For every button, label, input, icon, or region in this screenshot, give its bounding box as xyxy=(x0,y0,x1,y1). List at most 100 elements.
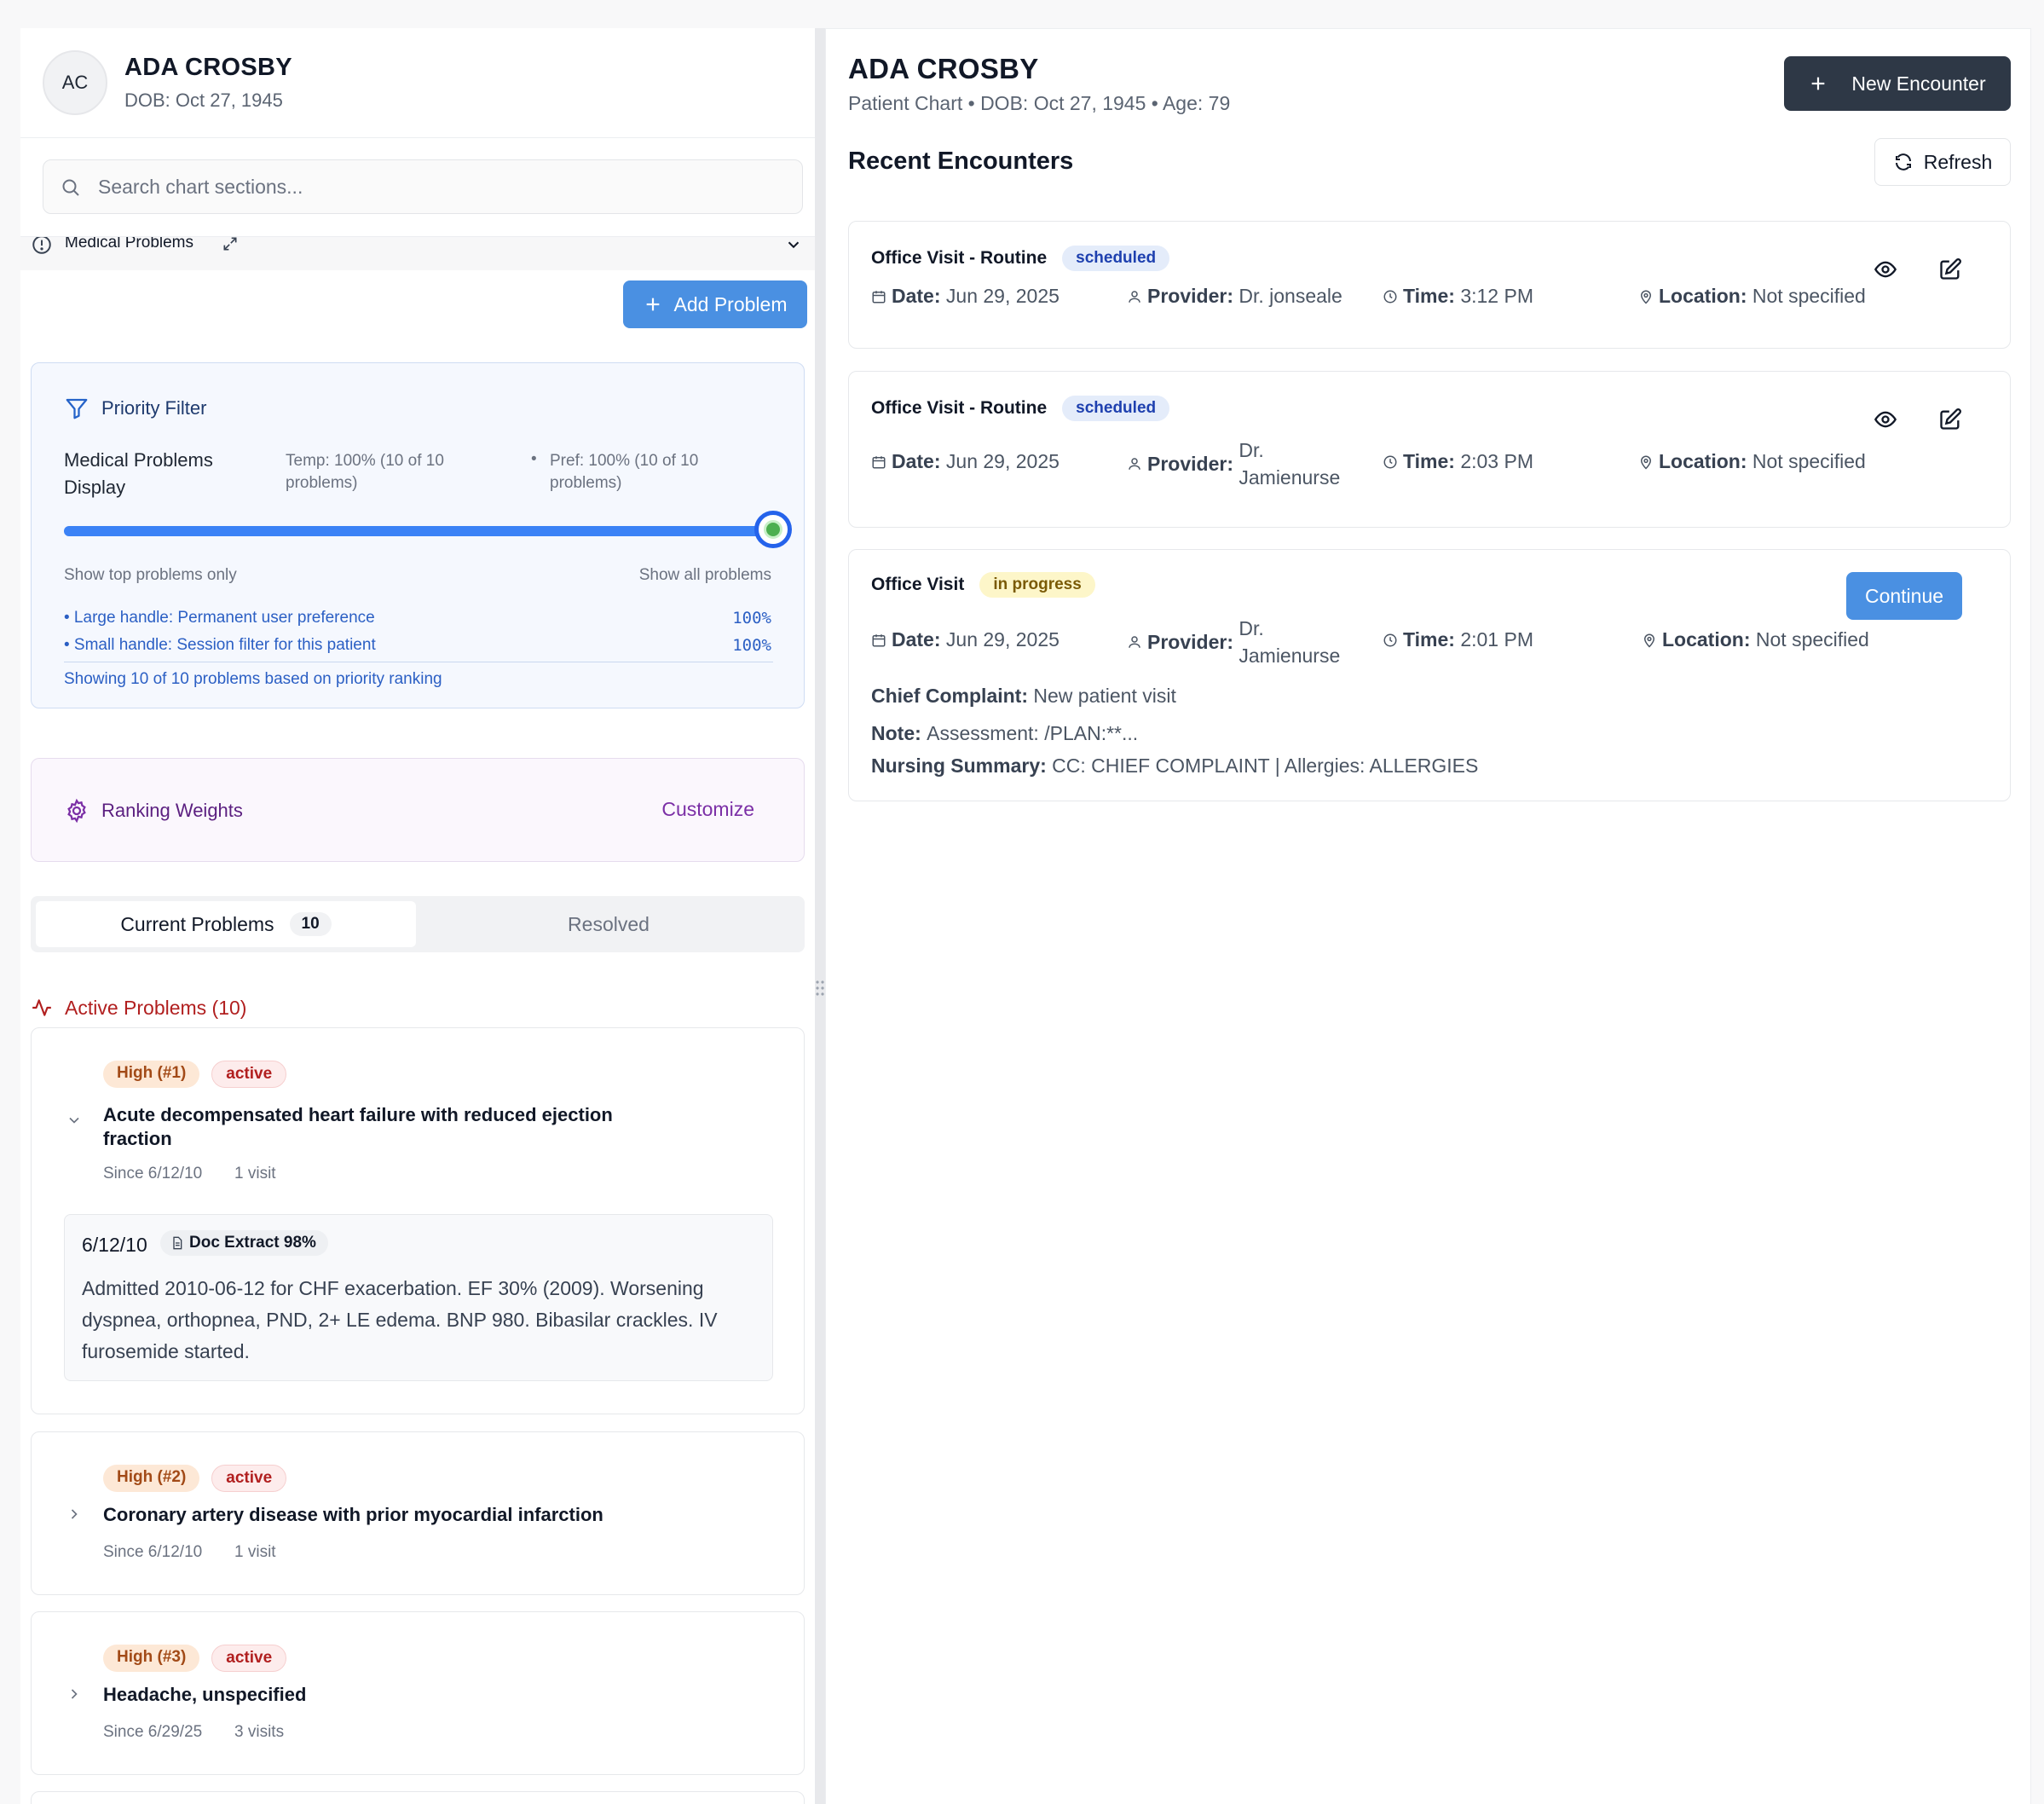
recent-encounters-title: Recent Encounters xyxy=(848,147,1074,175)
priority-badge: High (#2) xyxy=(103,1465,200,1492)
slider-small-handle[interactable] xyxy=(764,520,782,539)
drag-handle-icon[interactable] xyxy=(815,978,825,998)
alert-circle-icon xyxy=(31,237,53,256)
header-divider xyxy=(20,137,815,138)
nursing-summary: Nursing Summary: CC: CHIEF COMPLAINT | A… xyxy=(871,755,1478,778)
user-icon xyxy=(1127,634,1142,650)
slider-right-caption: Show all problems xyxy=(638,566,771,584)
source-badge: Doc Extract 98% xyxy=(160,1230,328,1256)
section-header-medical-problems[interactable]: Medical Problems xyxy=(20,236,815,270)
priority-badge: High (#3) xyxy=(103,1645,200,1672)
search-input[interactable]: Search chart sections... xyxy=(43,159,803,214)
encounter-card[interactable]: Office Visit - Routine scheduled Date: J… xyxy=(848,371,2011,528)
encounter-date: Date: Jun 29, 2025 xyxy=(871,285,1060,308)
problem-title: Coronary artery disease with prior myoca… xyxy=(103,1504,603,1525)
location-value: Not specified xyxy=(1752,450,1866,472)
tab-current-problems[interactable]: Current Problems 10 xyxy=(36,901,416,947)
pref-text: Pref: 100% (10 of 10 problems) xyxy=(550,452,699,492)
priority-badge: High (#1) xyxy=(103,1061,200,1088)
encounter-location: Location: Not specified xyxy=(1642,628,1869,651)
encounter-time: Time: 3:12 PM xyxy=(1383,285,1533,308)
encounter-time: Time: 2:01 PM xyxy=(1383,628,1533,651)
date-label: Date: xyxy=(892,450,941,472)
time-value: 2:03 PM xyxy=(1460,450,1533,472)
nursing-label: Nursing Summary: xyxy=(871,755,1047,777)
add-problem-button[interactable]: Add Problem xyxy=(623,280,807,328)
avatar: AC xyxy=(43,50,107,115)
detail-text: Admitted 2010-06-12 for CHF exacerbation… xyxy=(82,1277,718,1362)
tab-current-label: Current Problems xyxy=(120,912,274,935)
provider-value: Dr. jonseale xyxy=(1239,285,1342,307)
encounter-provider: Provider: Dr. Jamienurse xyxy=(1127,437,1341,491)
plus-icon xyxy=(644,295,662,314)
nursing-value: CC: CHIEF COMPLAINT | Allergies: ALLERGI… xyxy=(1052,755,1479,777)
calendar-icon xyxy=(871,633,886,648)
plus-icon xyxy=(1809,74,1827,93)
search-icon xyxy=(61,177,81,198)
eye-icon[interactable] xyxy=(1874,257,1897,281)
encounter-type: Office Visit - Routine xyxy=(871,398,1048,418)
refresh-button[interactable]: Refresh xyxy=(1874,138,2011,186)
small-handle-note: • Small handle: Session filter for this … xyxy=(64,636,376,654)
continue-button[interactable]: Continue xyxy=(1846,572,1962,620)
encounter-type: Office Visit - Routine xyxy=(871,248,1048,268)
chevron-right-icon[interactable] xyxy=(66,1506,83,1523)
section-title: Medical Problems xyxy=(65,236,193,252)
date-label: Date: xyxy=(892,628,941,650)
encounter-time: Time: 2:03 PM xyxy=(1383,450,1533,473)
large-handle-value: 100% xyxy=(732,609,771,627)
problem-card[interactable]: High (#1) active Acute decompensated hea… xyxy=(31,1027,805,1414)
bullet: • xyxy=(531,450,537,468)
status-badge: scheduled xyxy=(1062,396,1170,421)
encounter-card[interactable]: Office Visit in progress Continue Date: … xyxy=(848,549,2011,801)
status-badge: active xyxy=(211,1645,287,1672)
edit-icon[interactable] xyxy=(1938,257,1962,281)
cc-value: New patient visit xyxy=(1033,685,1176,707)
slider-large-handle[interactable] xyxy=(754,511,792,548)
problem-card[interactable] xyxy=(31,1791,805,1804)
priority-filter-card: Priority Filter Medical Problems Display… xyxy=(31,362,805,708)
chevron-down-icon[interactable] xyxy=(784,237,803,254)
expand-icon[interactable] xyxy=(222,237,239,252)
map-pin-icon xyxy=(1642,633,1657,648)
patient-name: ADA CROSBY xyxy=(124,54,292,81)
provider-value: Dr. Jamienurse xyxy=(1239,439,1341,489)
slider-left-caption: Show top problems only xyxy=(64,566,237,584)
time-label: Time: xyxy=(1403,628,1455,650)
location-label: Location: xyxy=(1659,285,1747,307)
location-value: Not specified xyxy=(1755,628,1869,650)
chart-patient-name: ADA CROSBY xyxy=(848,53,1039,84)
problem-since: Since 6/12/10 xyxy=(103,1543,203,1561)
problem-card[interactable]: High (#3) active Headache, unspecified S… xyxy=(31,1611,805,1775)
new-encounter-label: New Encounter xyxy=(1851,72,1986,95)
map-pin-icon xyxy=(1638,454,1654,470)
new-encounter-button[interactable]: New Encounter xyxy=(1784,56,2011,111)
date-value: Jun 29, 2025 xyxy=(945,285,1060,307)
encounter-date: Date: Jun 29, 2025 xyxy=(871,450,1060,473)
user-icon xyxy=(1127,289,1142,304)
time-value: 3:12 PM xyxy=(1460,285,1533,307)
provider-label: Provider: xyxy=(1147,630,1233,653)
edit-icon[interactable] xyxy=(1938,408,1962,431)
document-icon xyxy=(170,1235,184,1251)
search-placeholder: Search chart sections... xyxy=(98,176,303,198)
chevron-right-icon[interactable] xyxy=(66,1685,83,1703)
panel-resize-handle[interactable] xyxy=(815,28,825,1804)
cc-label: Chief Complaint: xyxy=(871,685,1028,707)
priority-slider-track[interactable] xyxy=(64,511,792,548)
tab-resolved[interactable]: Resolved xyxy=(418,901,800,947)
provider-label: Provider: xyxy=(1147,452,1233,475)
customize-button[interactable]: Customize xyxy=(661,798,754,821)
encounter-card[interactable]: Office Visit - Routine scheduled Date: J… xyxy=(848,221,2011,349)
status-badge: scheduled xyxy=(1062,246,1170,271)
eye-icon[interactable] xyxy=(1874,408,1897,431)
problem-visits: 1 visit xyxy=(234,1165,276,1182)
encounter-type: Office Visit xyxy=(871,575,965,594)
note-label: Note: xyxy=(871,722,921,744)
encounter-location: Location: Not specified xyxy=(1638,450,1866,473)
detail-date: 6/12/10 xyxy=(82,1234,147,1256)
chevron-down-icon[interactable] xyxy=(66,1112,83,1129)
showing-text: Showing 10 of 10 problems based on prior… xyxy=(64,670,442,688)
date-value: Jun 29, 2025 xyxy=(945,450,1060,472)
problem-card[interactable]: High (#2) active Coronary artery disease… xyxy=(31,1431,805,1595)
